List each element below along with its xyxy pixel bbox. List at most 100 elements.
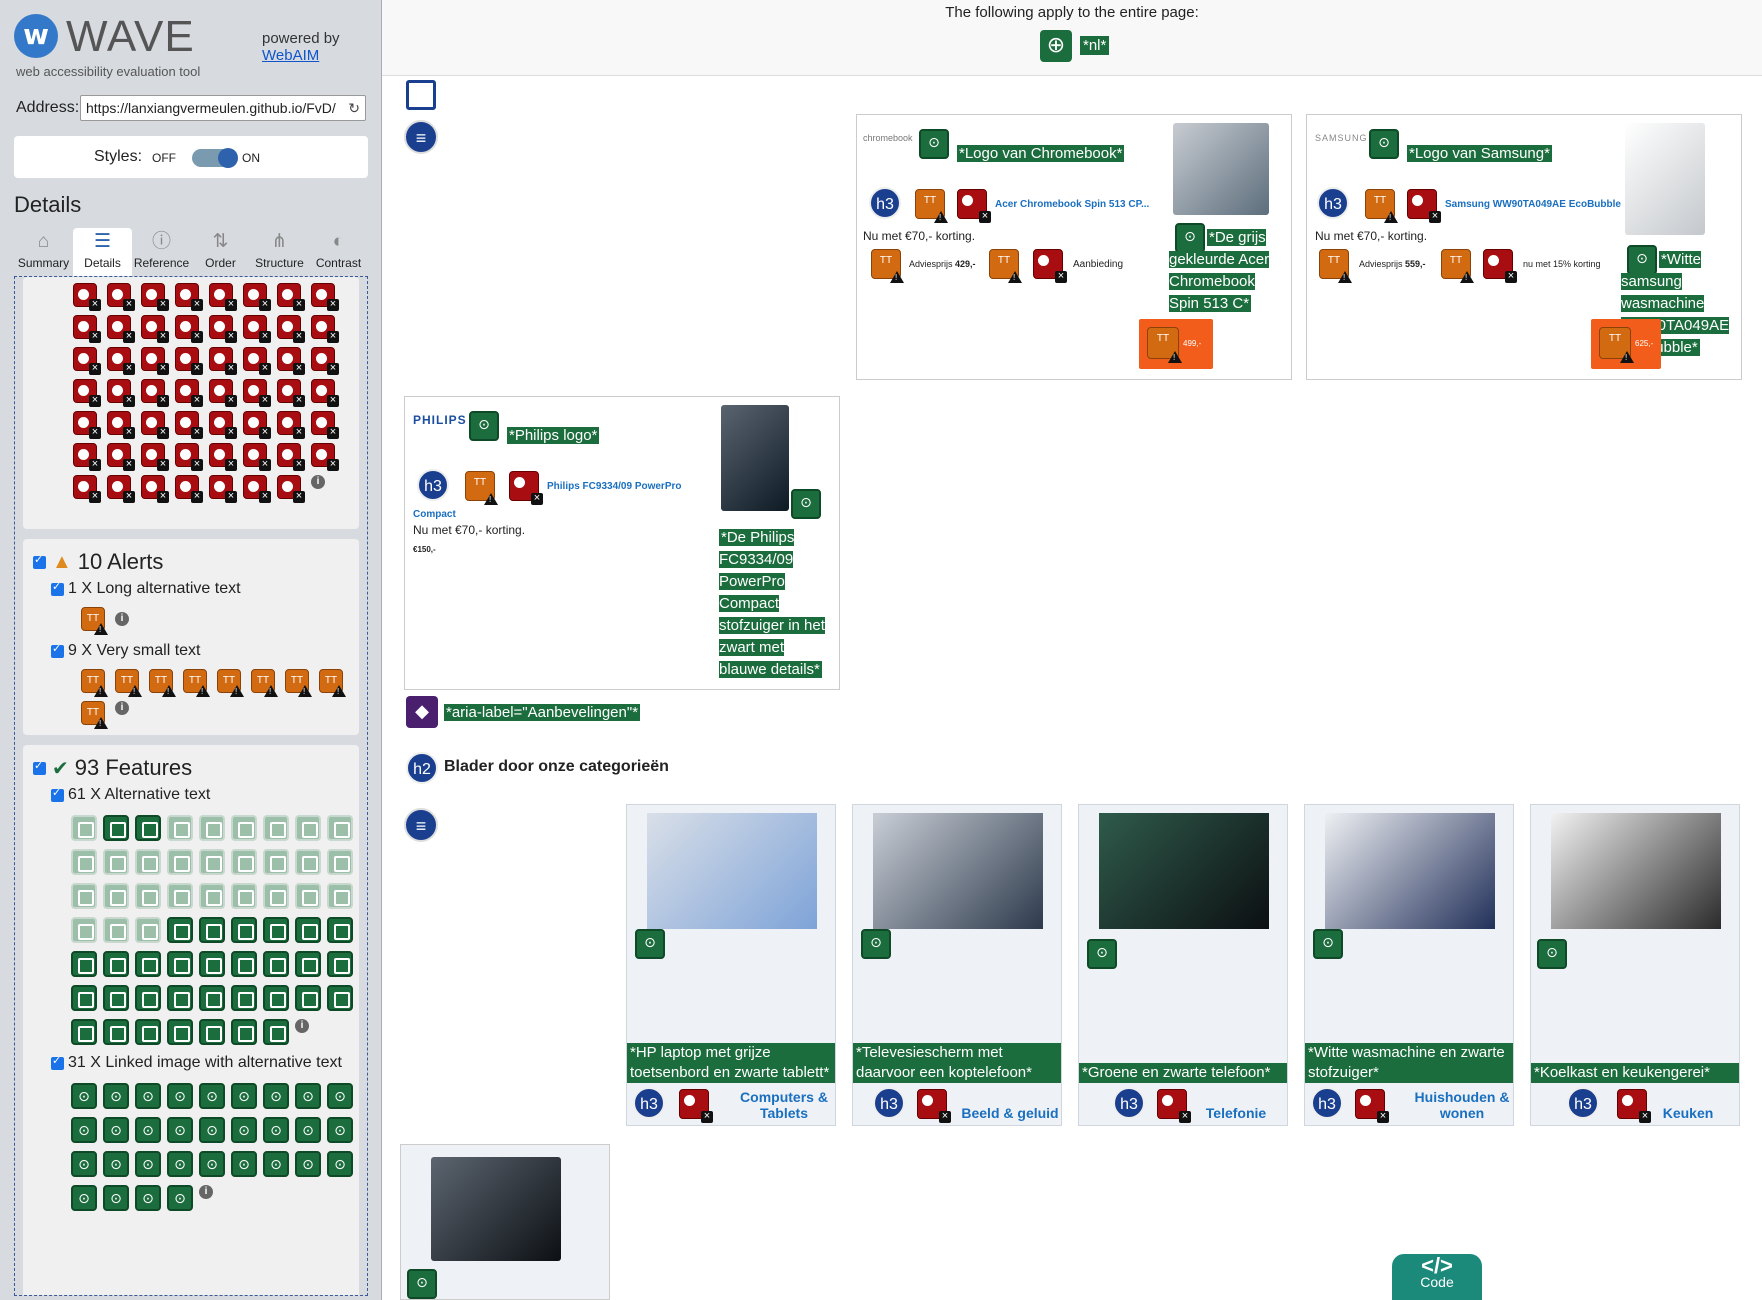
error-icon[interactable]	[141, 475, 169, 503]
small-text-alert-icon[interactable]: TT	[217, 669, 244, 697]
small-text-alert-icon[interactable]: TT	[1319, 249, 1352, 283]
alt-text-icon[interactable]	[327, 849, 353, 875]
alt-text-icon[interactable]	[71, 917, 97, 943]
tab-contrast[interactable]: ◐ Contrast	[309, 228, 368, 276]
error-icon[interactable]	[243, 475, 271, 503]
linked-image-icon[interactable]: ⊙	[199, 1117, 225, 1143]
small-text-alert-icon[interactable]: TT	[149, 669, 176, 697]
alt-text-icon[interactable]	[167, 815, 193, 841]
alt-text-icon[interactable]	[263, 883, 289, 909]
error-icon[interactable]	[243, 347, 271, 375]
linked-image-icon[interactable]: ⊙	[1369, 129, 1399, 159]
alt-text-icon[interactable]	[199, 815, 225, 841]
alt-text-icon[interactable]	[295, 883, 321, 909]
error-icon[interactable]	[73, 443, 101, 471]
tab-summary[interactable]: ⌂ Summary	[14, 228, 73, 276]
alt-text-icon[interactable]	[231, 1019, 257, 1045]
category-name[interactable]: Computers & Tablets	[735, 1089, 833, 1121]
h3-icon[interactable]: h3	[1113, 1087, 1145, 1119]
error-icon[interactable]	[957, 189, 991, 223]
alt-text-icon[interactable]	[199, 1019, 225, 1045]
linked-image-icon[interactable]: ⊙	[199, 1151, 225, 1177]
linked-image-icon[interactable]: ⊙	[861, 929, 891, 959]
small-text-alert-icon[interactable]: TT	[81, 701, 108, 729]
styles-toggle[interactable]	[192, 148, 238, 168]
alt-text-icon[interactable]	[295, 951, 321, 977]
error-icon[interactable]	[175, 443, 203, 471]
linked-image-icon[interactable]: ⊙	[231, 1083, 257, 1109]
h3-icon[interactable]: h3	[1567, 1087, 1599, 1119]
error-icon[interactable]	[311, 283, 339, 311]
error-icon[interactable]	[277, 283, 305, 311]
linked-image-icon[interactable]: ⊙	[103, 1185, 129, 1211]
webaim-link[interactable]: WebAIM	[262, 47, 340, 64]
linked-image-icon[interactable]: ⊙	[71, 1185, 97, 1211]
error-icon[interactable]	[175, 379, 203, 407]
list-icon[interactable]: ≡	[404, 808, 438, 842]
alt-text-icon[interactable]	[103, 951, 129, 977]
alt-text-icon[interactable]	[231, 849, 257, 875]
small-text-alert-icon[interactable]: TT	[989, 249, 1022, 283]
linked-image-icon[interactable]: ⊙	[103, 1117, 129, 1143]
alt-text-icon[interactable]	[327, 985, 353, 1011]
small-text-alert-icon[interactable]: TT	[183, 669, 210, 697]
category-card-computers[interactable]: ⊙ *HP laptop met grijze toetsenbord en z…	[626, 804, 836, 1126]
alt-text-icon[interactable]	[71, 1019, 97, 1045]
alt-text-icon[interactable]	[263, 917, 289, 943]
alt-text-icon[interactable]	[167, 883, 193, 909]
linked-image-icon[interactable]: ⊙	[167, 1185, 193, 1211]
error-icon[interactable]	[141, 347, 169, 375]
linked-image-icon[interactable]: ⊙	[295, 1117, 321, 1143]
small-text-alert-icon[interactable]: TT	[915, 189, 948, 223]
tab-order[interactable]: ⇅ Order	[191, 228, 250, 276]
error-icon[interactable]	[73, 283, 101, 311]
linked-image-icon[interactable]: ⊙	[1087, 939, 1117, 969]
error-icon[interactable]	[209, 283, 237, 311]
info-icon[interactable]: i	[199, 1185, 213, 1199]
error-icon[interactable]	[175, 283, 203, 311]
alt-text-icon[interactable]	[135, 815, 161, 841]
features-checkbox[interactable]	[33, 759, 46, 775]
linked-image-icon[interactable]: ⊙	[135, 1117, 161, 1143]
address-input[interactable]: https://lanxiangvermeulen.github.io/FvD/…	[80, 95, 366, 121]
h2-icon[interactable]: h2	[406, 752, 438, 784]
error-icon[interactable]	[73, 379, 101, 407]
error-icon[interactable]	[277, 475, 305, 503]
linked-image-icon[interactable]: ⊙	[919, 129, 949, 159]
product-name[interactable]: Acer Chromebook Spin 513 CP...	[995, 199, 1149, 210]
linked-image-icon[interactable]: ⊙	[103, 1083, 129, 1109]
alt-text-icon[interactable]	[327, 951, 353, 977]
linked-image-icon[interactable]: ⊙	[103, 1151, 129, 1177]
info-icon[interactable]: i	[295, 1019, 309, 1033]
alt-text-icon[interactable]	[263, 985, 289, 1011]
alt-text-icon[interactable]	[71, 815, 97, 841]
alt-text-icon[interactable]	[231, 951, 257, 977]
alt-text-icon[interactable]	[327, 917, 353, 943]
alt-text-icon[interactable]	[295, 849, 321, 875]
error-icon[interactable]	[311, 411, 339, 439]
alt-text-icon[interactable]	[167, 985, 193, 1011]
aria-label-tag-icon[interactable]: ◆	[406, 696, 438, 728]
linked-image-icon[interactable]: ⊙	[635, 929, 665, 959]
h3-icon[interactable]: h3	[417, 469, 449, 501]
alt-text-icon[interactable]	[103, 985, 129, 1011]
alt-text-icon[interactable]	[167, 951, 193, 977]
alt-text-icon[interactable]	[263, 815, 289, 841]
error-icon[interactable]	[311, 379, 339, 407]
tab-details[interactable]: ☰ Details	[73, 228, 132, 276]
error-icon[interactable]	[277, 379, 305, 407]
linked-image-icon[interactable]: ⊙	[791, 489, 821, 519]
alt-text-icon[interactable]	[199, 985, 225, 1011]
alt-text-icon[interactable]	[135, 951, 161, 977]
category-name[interactable]: Keuken	[1639, 1105, 1737, 1121]
error-icon[interactable]	[107, 283, 135, 311]
linked-image-icon[interactable]: ⊙	[469, 411, 499, 441]
small-text-alert-icon[interactable]: TT	[115, 669, 142, 697]
linked-image-icon[interactable]: ⊙	[263, 1083, 289, 1109]
category-card-beeld[interactable]: ⊙ *Televesiescherm met daarvoor een kopt…	[852, 804, 1062, 1126]
linked-image-icon[interactable]: ⊙	[135, 1185, 161, 1211]
product-name[interactable]: Samsung WW90TA049AE EcoBubble	[1445, 199, 1621, 210]
alt-text-icon[interactable]	[135, 1019, 161, 1045]
error-icon[interactable]	[1407, 189, 1441, 223]
info-icon[interactable]: i	[115, 612, 129, 626]
